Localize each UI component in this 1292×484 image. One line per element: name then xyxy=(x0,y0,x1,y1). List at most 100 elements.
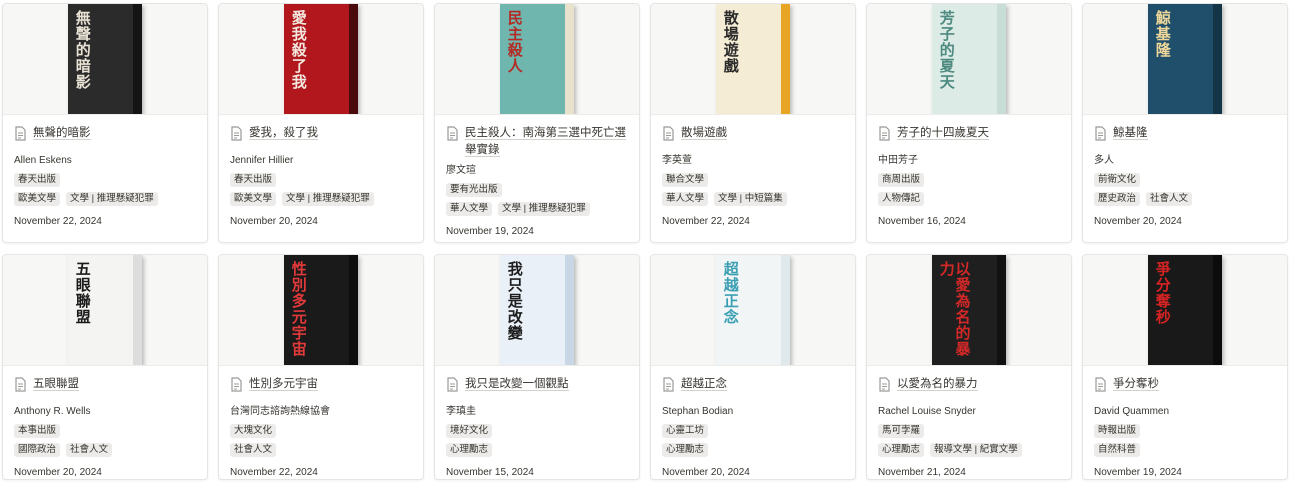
publisher-tag: 要有光出版 xyxy=(446,183,502,197)
cover-area: 我只是改變 xyxy=(435,255,639,366)
publish-date: November 20, 2024 xyxy=(1094,216,1182,227)
publisher-tag: 商周出版 xyxy=(878,173,925,187)
publish-date: November 19, 2024 xyxy=(1094,467,1182,478)
publisher-tag: 聯合文學 xyxy=(662,173,709,187)
page-icon xyxy=(231,377,242,392)
book-cover-image: 民主殺人 xyxy=(500,4,574,114)
category-tag: 心理勵志 xyxy=(662,443,709,457)
cover-title: 性別多元宇宙 xyxy=(289,261,308,357)
category-tag: 歐美文學 xyxy=(230,192,277,206)
book-card[interactable]: 超越正念 超越正念 Stephan Bodian 心靈工坊 心理勵志 Novem… xyxy=(650,254,856,480)
book-title[interactable]: 以愛為名的暴力 xyxy=(897,378,978,391)
category-tag: 報導文學 | 紀實文學 xyxy=(930,443,1022,457)
cover-title: 鯨基隆 xyxy=(1153,10,1172,58)
book-card[interactable]: 爭分奪秒 爭分奪秒 David Quammen 時報出版 自然科普 Novemb… xyxy=(1082,254,1288,480)
cover-title: 無聲的暗影 xyxy=(73,10,92,90)
book-author: Jennifer Hillier xyxy=(230,155,294,166)
book-cover-image: 以愛為名的暴力 xyxy=(932,255,1006,365)
cover-title: 超越正念 xyxy=(721,261,740,325)
book-title[interactable]: 五眼聯盟 xyxy=(33,378,79,391)
page-icon xyxy=(447,126,458,141)
publisher-tag: 心靈工坊 xyxy=(662,424,709,438)
book-card[interactable]: 無聲的暗影 無聲的暗影 Allen Eskens 春天出版 歐美文學 文學 | 推… xyxy=(2,3,208,243)
category-tag: 社會人文 xyxy=(1146,192,1193,206)
book-title[interactable]: 愛我，殺了我 xyxy=(249,127,318,140)
category-tag: 文學 | 中短篇集 xyxy=(714,192,787,206)
book-author: 中田芳子 xyxy=(878,155,918,166)
category-tag: 歷史政治 xyxy=(1094,192,1141,206)
book-title[interactable]: 無聲的暗影 xyxy=(33,127,91,140)
category-tag: 心理勵志 xyxy=(878,443,925,457)
cover-area: 爭分奪秒 xyxy=(1083,255,1287,366)
publish-date: November 19, 2024 xyxy=(446,226,534,237)
category-tag: 心理勵志 xyxy=(446,443,493,457)
page-icon xyxy=(663,126,674,141)
category-tag: 社會人文 xyxy=(66,443,113,457)
category-tag: 歐美文學 xyxy=(14,192,61,206)
book-cover-image: 五眼聯盟 xyxy=(68,255,142,365)
publish-date: November 20, 2024 xyxy=(230,216,318,227)
book-card[interactable]: 以愛為名的暴力 以愛為名的暴力 Rachel Louise Snyder 馬可孛… xyxy=(866,254,1072,480)
book-card[interactable]: 民主殺人 民主殺人：南海第三選中死亡選舉實錄 廖文瑄 要有光出版 華人文學 文學 … xyxy=(434,3,640,243)
cover-area: 散場遊戲 xyxy=(651,4,855,115)
publisher-tag: 境好文化 xyxy=(446,424,493,438)
book-cover-image: 鯨基隆 xyxy=(1148,4,1222,114)
page-icon xyxy=(15,377,26,392)
category-tag: 社會人文 xyxy=(230,443,277,457)
cover-title: 芳子的夏天 xyxy=(937,10,956,90)
book-card[interactable]: 性別多元宇宙 性別多元宇宙 台灣同志諮詢熱線協會 大塊文化 社會人文 Novem… xyxy=(218,254,424,480)
cover-area: 愛我殺了我 xyxy=(219,4,423,115)
book-card[interactable]: 芳子的夏天 芳子的十四歲夏天 中田芳子 商周出版 人物傳記 November 1… xyxy=(866,3,1072,243)
publish-date: November 21, 2024 xyxy=(878,467,966,478)
book-author: 李瑱圭 xyxy=(446,406,476,417)
book-title[interactable]: 民主殺人：南海第三選中死亡選舉實錄 xyxy=(465,127,626,157)
book-title[interactable]: 超越正念 xyxy=(681,378,727,391)
cover-title: 愛我殺了我 xyxy=(289,10,308,90)
book-card[interactable]: 散場遊戲 散場遊戲 李英萱 聯合文學 華人文學 文學 | 中短篇集 Novembe… xyxy=(650,3,856,243)
book-title[interactable]: 鯨基隆 xyxy=(1113,127,1148,140)
cover-area: 五眼聯盟 xyxy=(3,255,207,366)
publish-date: November 16, 2024 xyxy=(878,216,966,227)
category-tag: 華人文學 xyxy=(662,192,709,206)
publisher-tag: 馬可孛羅 xyxy=(878,424,925,438)
cover-area: 超越正念 xyxy=(651,255,855,366)
book-author: Anthony R. Wells xyxy=(14,406,91,417)
book-title[interactable]: 散場遊戲 xyxy=(681,127,727,140)
publish-date: November 22, 2024 xyxy=(230,467,318,478)
cover-area: 無聲的暗影 xyxy=(3,4,207,115)
book-cover-image: 芳子的夏天 xyxy=(932,4,1006,114)
book-title[interactable]: 爭分奪秒 xyxy=(1113,378,1159,391)
book-title[interactable]: 我只是改變一個觀點 xyxy=(465,378,569,391)
page-icon xyxy=(1095,126,1106,141)
book-title[interactable]: 芳子的十四歲夏天 xyxy=(897,127,989,140)
page-icon xyxy=(1095,377,1106,392)
book-cover-image: 無聲的暗影 xyxy=(68,4,142,114)
book-card[interactable]: 愛我殺了我 愛我，殺了我 Jennifer Hillier 春天出版 歐美文學文… xyxy=(218,3,424,243)
book-card[interactable]: 五眼聯盟 五眼聯盟 Anthony R. Wells 本事出版 國際政治 社會人文… xyxy=(2,254,208,480)
book-author: 李英萱 xyxy=(662,155,692,166)
book-author: 廖文瑄 xyxy=(446,165,476,176)
page-icon xyxy=(15,126,26,141)
cover-area: 民主殺人 xyxy=(435,4,639,115)
category-tag: 自然科普 xyxy=(1094,443,1141,457)
book-author: David Quammen xyxy=(1094,406,1170,417)
publisher-tag: 大塊文化 xyxy=(230,424,277,438)
page-icon xyxy=(231,126,242,141)
cover-title: 爭分奪秒 xyxy=(1153,261,1172,325)
book-title[interactable]: 性別多元宇宙 xyxy=(249,378,318,391)
category-tag: 文學 | 推理懸疑犯罪 xyxy=(66,192,158,206)
publisher-tag: 時報出版 xyxy=(1094,424,1141,438)
book-author: Stephan Bodian xyxy=(662,406,734,417)
book-card[interactable]: 我只是改變 我只是改變一個觀點 李瑱圭 境好文化 心理勵志 November 1… xyxy=(434,254,640,480)
book-author: 台灣同志諮詢熱線協會 xyxy=(230,406,330,417)
book-card[interactable]: 鯨基隆 鯨基隆 多人 前衛文化 歷史政治 社會人文 November 20, 20… xyxy=(1082,3,1288,243)
publisher-tag: 春天出版 xyxy=(230,173,277,187)
publish-date: November 15, 2024 xyxy=(446,467,534,478)
book-author: Rachel Louise Snyder xyxy=(878,406,976,417)
cover-area: 鯨基隆 xyxy=(1083,4,1287,115)
cover-area: 芳子的夏天 xyxy=(867,4,1071,115)
cover-area: 以愛為名的暴力 xyxy=(867,255,1071,366)
publisher-tag: 前衛文化 xyxy=(1094,173,1141,187)
publish-date: November 22, 2024 xyxy=(14,216,102,227)
cover-title: 我只是改變 xyxy=(505,261,524,341)
